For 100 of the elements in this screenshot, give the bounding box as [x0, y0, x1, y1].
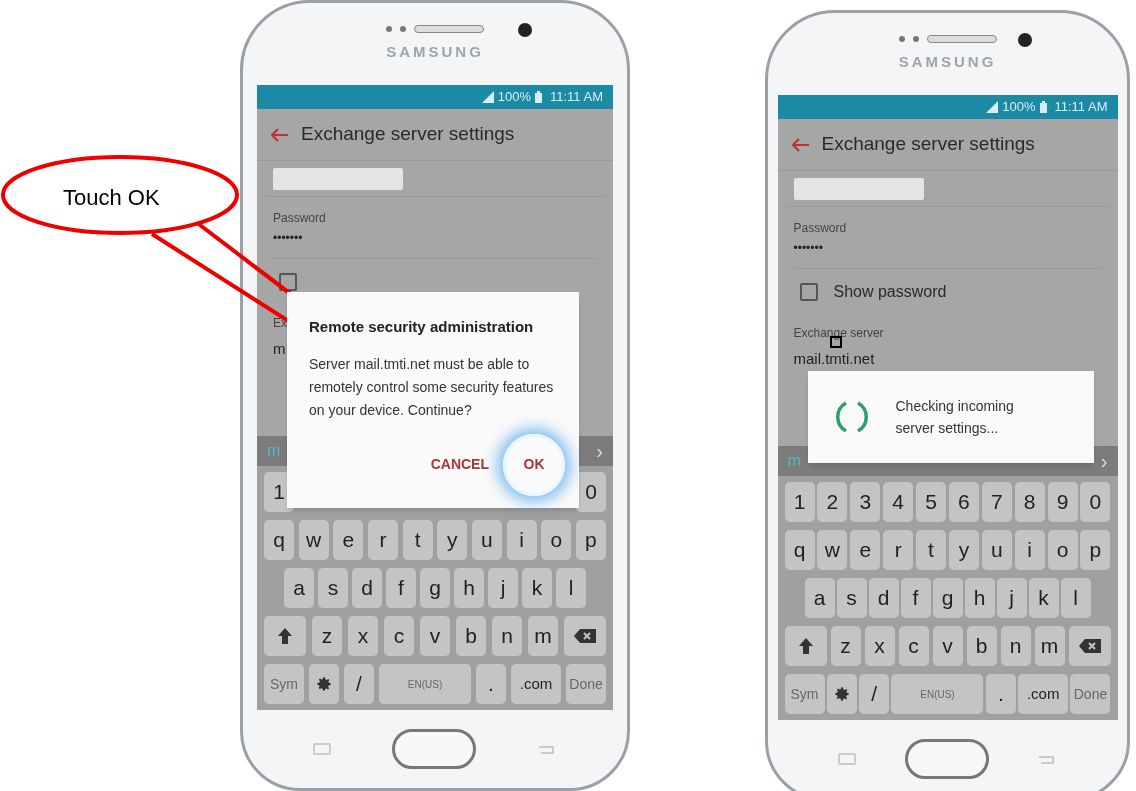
keyboard-key[interactable]: b: [456, 616, 486, 656]
field-label: Password: [273, 209, 327, 227]
keyboard-key[interactable]: f: [900, 578, 931, 618]
settings-icon: [315, 675, 333, 693]
keyboard-key[interactable]: l: [1060, 578, 1091, 618]
keyboard-key[interactable]: 1: [784, 482, 815, 522]
keyboard-key[interactable]: s: [318, 568, 348, 608]
keyboard-key[interactable]: f: [386, 568, 416, 608]
password-field[interactable]: Password •••••••: [793, 207, 1102, 269]
keyboard-key[interactable]: z: [312, 616, 342, 656]
keyboard-key[interactable]: u: [471, 520, 502, 560]
keyboard-key[interactable]: i: [506, 520, 537, 560]
keyboard-key[interactable]: n: [1000, 626, 1031, 666]
keyboard-key[interactable]: /: [344, 664, 374, 704]
keyboard-key[interactable]: 9: [1047, 482, 1078, 522]
keyboard-key[interactable]: u: [981, 530, 1012, 570]
up-arrow-icon: [277, 627, 293, 645]
keyboard-key[interactable]: g: [932, 578, 963, 618]
keyboard-key[interactable]: c: [898, 626, 929, 666]
keyboard-key[interactable]: 7: [981, 482, 1012, 522]
keyboard-key[interactable]: o: [541, 520, 572, 560]
keyboard-key[interactable]: x: [348, 616, 378, 656]
keyboard-key[interactable]: b: [966, 626, 997, 666]
keyboard-key[interactable]: p: [1080, 530, 1111, 570]
keyboard-key[interactable]: m: [528, 616, 558, 656]
callout-text: Touch OK: [63, 184, 160, 212]
screen-title: Exchange server settings: [301, 122, 515, 147]
keyboard-key[interactable]: 4: [883, 482, 914, 522]
speaker-grille: [414, 25, 484, 33]
brand-logo: SAMSUNG: [386, 42, 484, 62]
keyboard-key[interactable]: n: [492, 616, 522, 656]
keyboard-key[interactable]: m: [1034, 626, 1065, 666]
keyboard-key[interactable]: c: [384, 616, 414, 656]
keyboard-key[interactable]: .com: [1018, 674, 1069, 714]
checkbox[interactable]: [799, 283, 818, 301]
keyboard-key[interactable]: q: [264, 520, 294, 560]
keyboard-key[interactable]: i: [1014, 530, 1045, 570]
keyboard-key[interactable]: y: [437, 520, 468, 560]
keyboard-key[interactable]: .: [476, 664, 506, 704]
server-field[interactable]: Exchange server mail.tmti.net: [793, 315, 1102, 377]
keyboard-key[interactable]: a: [804, 578, 835, 618]
backspace-key[interactable]: [564, 616, 606, 656]
keyboard-key[interactable]: 2: [817, 482, 848, 522]
shift-key[interactable]: [784, 626, 827, 666]
keyboard-key[interactable]: q: [784, 530, 815, 570]
brand-logo: SAMSUNG: [898, 52, 997, 72]
keyboard-key[interactable]: 0: [1080, 482, 1111, 522]
keyboard-key[interactable]: j: [996, 578, 1027, 618]
speaker-grille: [926, 35, 997, 43]
keyboard-key[interactable]: y: [948, 530, 979, 570]
password-field[interactable]: Password •••••••: [273, 197, 597, 259]
field-value: m: [273, 339, 286, 357]
keyboard-key[interactable]: s: [836, 578, 867, 618]
keyboard-key[interactable]: t: [916, 530, 946, 570]
keyboard-key[interactable]: h: [964, 578, 995, 618]
keyboard-key[interactable]: w: [817, 530, 848, 570]
keyboard-key[interactable]: k: [1028, 578, 1059, 618]
keyboard-key[interactable]: 6: [948, 482, 979, 522]
keyboard-key[interactable]: /: [859, 674, 890, 714]
keyboard-key[interactable]: d: [352, 568, 382, 608]
keyboard-key[interactable]: l: [556, 568, 586, 608]
keyboard-key[interactable]: 3: [850, 482, 881, 522]
screen-title: Exchange server settings: [821, 132, 1035, 157]
keyboard-key[interactable]: o: [1047, 530, 1078, 570]
keyboard-key[interactable]: .com: [511, 664, 561, 704]
dialog-button[interactable]: CANCEL: [424, 444, 495, 485]
keyboard-key[interactable]: v: [932, 626, 963, 666]
dialog-message: Checking incoming server settings...: [895, 397, 1015, 438]
settings-icon: [832, 685, 851, 703]
keyboard-key[interactable]: e: [850, 530, 881, 570]
settings-key[interactable]: [826, 674, 857, 714]
keyboard-key[interactable]: g: [420, 568, 450, 608]
keyboard-key[interactable]: v: [420, 616, 450, 656]
backspace-key[interactable]: [1068, 626, 1111, 666]
keyboard-key[interactable]: r: [883, 530, 914, 570]
dialog-button[interactable]: OK: [503, 433, 565, 496]
clock-time: 11:11 AM: [550, 88, 603, 107]
battery-icon: [1039, 101, 1047, 113]
keyboard-key[interactable]: z: [830, 626, 861, 666]
keyboard-key[interactable]: a: [284, 568, 314, 608]
keyboard-key[interactable]: x: [864, 626, 895, 666]
keyboard-key[interactable]: d: [868, 578, 899, 618]
keyboard-key[interactable]: e: [333, 520, 364, 560]
keyboard-key[interactable]: .: [985, 674, 1016, 714]
keyboard-key[interactable]: k: [522, 568, 552, 608]
back-arrow-icon[interactable]: [791, 137, 810, 152]
keyboard-key[interactable]: p: [575, 520, 606, 560]
battery-icon: [535, 91, 542, 103]
keyboard-key[interactable]: t: [402, 520, 433, 560]
back-arrow-icon[interactable]: [271, 127, 289, 142]
home-button[interactable]: [904, 739, 989, 779]
keyboard-key[interactable]: w: [298, 520, 329, 560]
home-button[interactable]: [392, 729, 476, 769]
shift-key[interactable]: [264, 616, 306, 656]
keyboard-key[interactable]: 5: [916, 482, 946, 522]
keyboard-key[interactable]: 8: [1014, 482, 1045, 522]
keyboard-key[interactable]: r: [367, 520, 398, 560]
keyboard-key[interactable]: h: [454, 568, 484, 608]
keyboard-key[interactable]: j: [488, 568, 518, 608]
settings-key[interactable]: [309, 664, 339, 704]
